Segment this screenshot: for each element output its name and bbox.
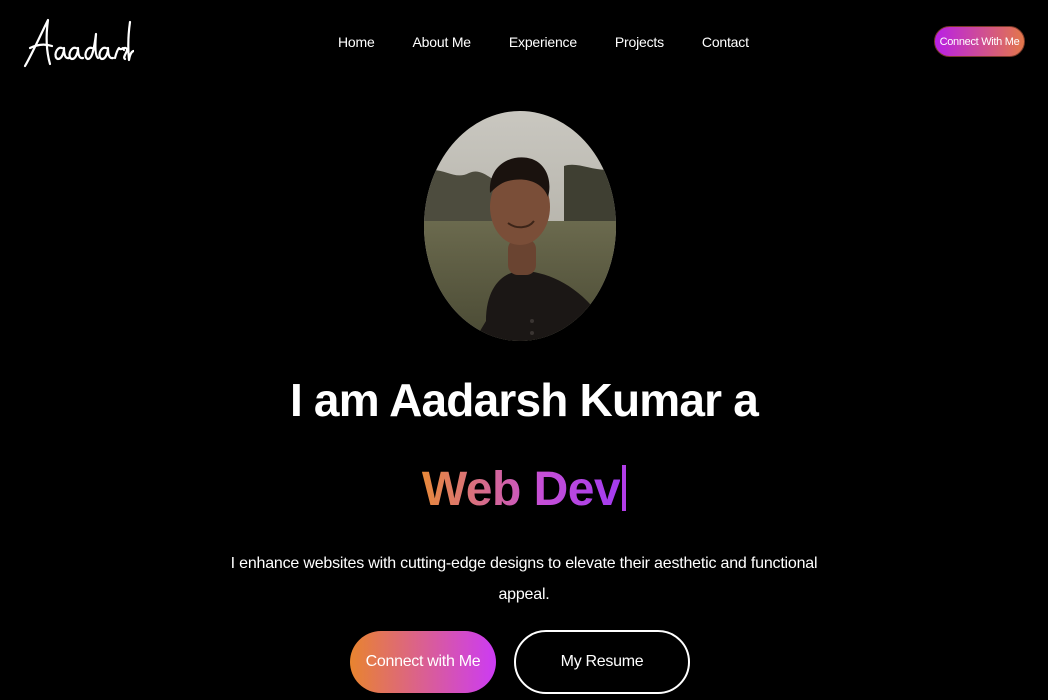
main-nav: Home About Me Experience Projects Contac…	[338, 33, 749, 51]
site-logo[interactable]	[22, 14, 134, 70]
nav-item-projects[interactable]: Projects	[615, 33, 664, 51]
logo-signature-icon	[23, 18, 134, 68]
my-resume-button[interactable]: My Resume	[514, 630, 690, 694]
connect-with-me-button[interactable]: Connect with Me	[350, 631, 496, 693]
nav-item-about[interactable]: About Me	[413, 33, 472, 51]
hero-role: Web Dev	[0, 460, 1048, 520]
typing-caret	[622, 465, 627, 511]
nav-item-contact[interactable]: Contact	[702, 33, 749, 51]
nav-item-experience[interactable]: Experience	[509, 33, 577, 51]
hero-headline: I am Aadarsh Kumar a	[289, 374, 759, 426]
hero-description: I enhance websites with cutting-edge des…	[230, 555, 818, 603]
role-typed-text: Web Dev	[421, 463, 621, 516]
header-connect-button[interactable]: Connect With Me	[934, 26, 1025, 57]
nav-item-home[interactable]: Home	[338, 33, 375, 51]
portfolio-page: Home About Me Experience Projects Contac…	[0, 0, 1048, 700]
profile-photo-icon	[424, 111, 616, 341]
avatar	[424, 111, 616, 341]
